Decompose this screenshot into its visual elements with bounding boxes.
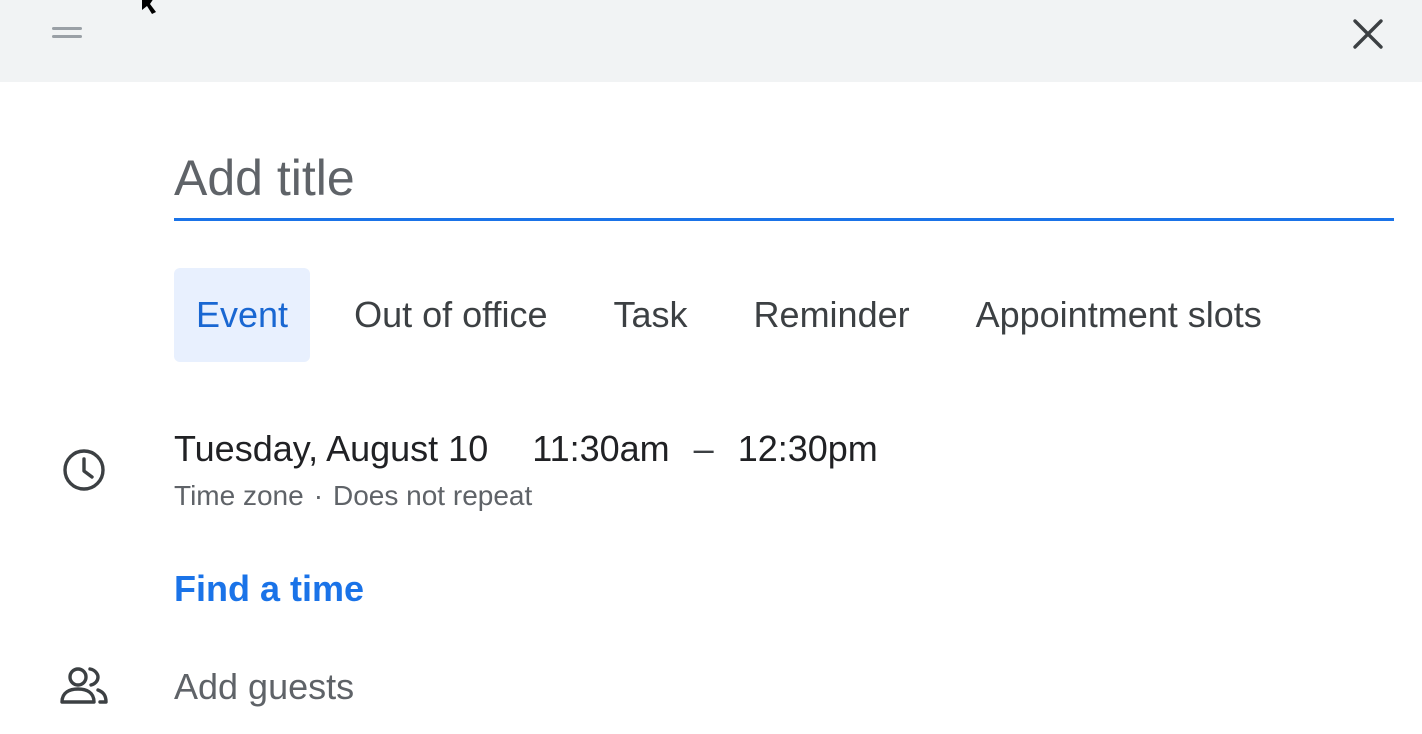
end-time[interactable]: 12:30pm	[738, 428, 878, 470]
tab-event[interactable]: Event	[174, 268, 311, 362]
drag-handle-icon[interactable]	[46, 18, 92, 46]
start-date[interactable]: Tuesday, August 10	[174, 428, 488, 470]
people-icon	[54, 664, 114, 708]
time-zone-link[interactable]: Time zone	[174, 480, 304, 511]
close-button[interactable]	[1342, 8, 1394, 60]
tab-reminder[interactable]: Reminder	[732, 268, 932, 362]
title-input[interactable]	[174, 138, 1394, 218]
title-underline	[174, 218, 1394, 221]
find-a-time-button[interactable]: Find a time	[174, 568, 364, 610]
repeat-link[interactable]: Does not repeat	[333, 480, 532, 511]
event-datetime: Tuesday, August 10 11:30am – 12:30pm	[174, 428, 878, 470]
separator-dot: ·	[313, 480, 324, 511]
close-icon	[1353, 19, 1383, 49]
tab-task[interactable]: Task	[592, 268, 710, 362]
add-guests-input[interactable]	[174, 662, 874, 712]
tab-out-of-office[interactable]: Out of office	[332, 268, 569, 362]
start-time[interactable]: 11:30am	[532, 428, 669, 470]
title-field-wrapper	[174, 138, 1394, 224]
mouse-cursor-icon	[140, 0, 160, 19]
time-separator: –	[693, 428, 714, 469]
tab-appointment-slots[interactable]: Appointment slots	[954, 268, 1284, 362]
dialog-header	[0, 0, 1422, 82]
event-type-tabs: Event Out of office Task Reminder Appoin…	[174, 268, 1306, 362]
event-details-line: Time zone · Does not repeat	[174, 480, 532, 512]
clock-icon	[54, 446, 114, 494]
event-dialog: Event Out of office Task Reminder Appoin…	[0, 0, 1422, 734]
